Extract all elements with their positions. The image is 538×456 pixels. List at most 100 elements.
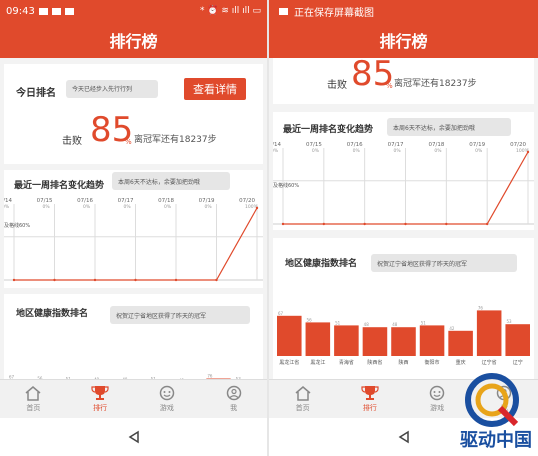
- trend-date-label: 07/20: [239, 198, 255, 204]
- tab-me[interactable]: 我: [200, 380, 267, 418]
- trend-date-label: 07/19: [469, 142, 485, 148]
- beat-prefix: 击败: [327, 80, 347, 91]
- home-icon: [295, 386, 311, 401]
- trend-chart: 07/140%07/150%07/160%07/170%07/180%07/19…: [273, 142, 534, 226]
- region-bar-value: 67: [278, 311, 284, 316]
- score-card: 击败 85 % 离冠军还有18237步: [273, 58, 534, 104]
- region-bar: [419, 325, 445, 356]
- trend-label: 最近一周排名变化趋势: [283, 125, 374, 135]
- region-bar-value: 48: [392, 322, 398, 327]
- trophy-icon: [361, 386, 379, 400]
- tab-ranking-label: 排行: [362, 404, 377, 412]
- trend-point: [281, 222, 285, 226]
- trend-note: 本周6天不达标，余要加把劲哦: [112, 172, 230, 190]
- today-rank-hint: 今天已经步入先行行列: [66, 80, 158, 98]
- trend-label: 最近一周排名变化趋势: [14, 181, 105, 191]
- trend-point: [363, 222, 366, 226]
- tab-ranking[interactable]: 排行: [67, 380, 134, 418]
- today-rank-label: 今日排名: [16, 88, 56, 99]
- right-screenshot: 正在保存屏幕截图 排行榜 击败 85 % 离冠军还有18237步 最近一周排名变…: [269, 0, 538, 456]
- image-icon: [279, 7, 288, 15]
- tab-home[interactable]: 首页: [269, 380, 336, 418]
- page-title: 排行榜: [269, 22, 538, 58]
- trend-point: [12, 278, 16, 282]
- view-details-button[interactable]: 查看详情: [184, 78, 246, 100]
- back-icon[interactable]: [127, 430, 141, 444]
- region-note: 祝贺辽宁省地区获得了昨天的冠军: [371, 254, 517, 272]
- trend-date-label: 07/14: [4, 198, 12, 204]
- trend-point-label: 0%: [4, 204, 10, 210]
- trend-note: 本周6天不达标，余要加把劲哦: [387, 118, 511, 136]
- trend-point-label: 0%: [83, 204, 91, 210]
- image-icon: [64, 7, 74, 15]
- trend-point-label: 0%: [205, 204, 213, 210]
- tab-games[interactable]: 游戏: [404, 380, 471, 418]
- status-bar: 正在保存屏幕截图: [269, 0, 538, 22]
- trend-date-label: 07/15: [306, 142, 322, 148]
- trend-point-label: 0%: [312, 148, 320, 154]
- beat-prefix: 击败: [62, 136, 82, 147]
- trend-date-label: 07/20: [510, 142, 526, 148]
- trend-point-label: 0%: [394, 148, 402, 154]
- trend-date-label: 07/16: [347, 142, 363, 148]
- user-icon: [226, 385, 241, 401]
- region-bar-value: 76: [478, 305, 484, 310]
- mail-icon: [51, 7, 61, 15]
- trend-point: [485, 222, 489, 226]
- region-category-label: 衡阳市: [425, 359, 440, 366]
- region-bar: [476, 310, 502, 356]
- region-bar-value: 42: [449, 326, 455, 331]
- notification-icon: [38, 7, 48, 15]
- region-category-label: 辽宁省: [482, 359, 497, 366]
- region-bar-chart: 67 黑龙江省 56 黑龙江 51 青海省 48 陕西省 48 陕西 51 衡阳市 42 重庆 76 辽宁省 5…: [277, 305, 530, 366]
- region-bar-value: 51: [421, 320, 427, 325]
- content-area[interactable]: 击败 85 % 离冠军还有18237步 最近一周排名变化趋势 本周6天不达标，余…: [269, 58, 538, 380]
- tab-ranking[interactable]: 排行: [336, 380, 403, 418]
- watermark-logo: [465, 373, 519, 427]
- region-category-label: 陕西省: [367, 359, 382, 366]
- trend-point: [93, 278, 97, 282]
- saving-screenshot-status: 正在保存屏幕截图: [294, 7, 374, 19]
- trend-date-label: 07/19: [199, 198, 215, 204]
- content-area[interactable]: 今日排名 今天已经步入先行行列 查看详情 击败 85 % 离冠军还有18237步…: [0, 58, 267, 380]
- region-label: 地区健康指数排名: [16, 309, 89, 319]
- system-nav-bar: [0, 418, 267, 456]
- trend-date-label: 07/14: [273, 142, 281, 148]
- region-bar-value: 76: [207, 374, 213, 379]
- tab-home[interactable]: 首页: [0, 380, 67, 418]
- trend-point: [526, 150, 530, 154]
- trend-date-label: 07/18: [428, 142, 444, 148]
- trend-card: 最近一周排名变化趋势 本周6天不达标，余要加把劲哦 07/140%07/150%…: [273, 112, 534, 230]
- trend-chart: 07/140%07/150%07/160%07/170%07/180%07/19…: [4, 198, 263, 282]
- tab-ranking-label: 排行: [93, 404, 108, 412]
- pass-line-label: 及格线60%: [4, 223, 31, 229]
- tab-games-label: 游戏: [159, 404, 174, 412]
- trend-point: [445, 222, 448, 226]
- trend-point-label: 0%: [434, 148, 442, 154]
- region-bar: [505, 324, 530, 356]
- trend-date-label: 07/16: [77, 198, 93, 204]
- back-icon[interactable]: [397, 430, 411, 444]
- region-bar: [334, 325, 359, 356]
- tab-games[interactable]: 游戏: [134, 380, 201, 418]
- tab-home-label: 首页: [295, 404, 310, 412]
- region-category-label: 青海省: [339, 359, 354, 366]
- status-icons: * ⏰ ≋ ıll ıll ▭: [199, 6, 261, 16]
- left-screenshot: 09:43 * ⏰ ≋ ıll ıll ▭ 排行榜 今日排名 今天已经步入先行行…: [0, 0, 267, 456]
- region-category-label: 黑龙江省: [279, 359, 299, 366]
- region-category-label: 黑龙江: [310, 359, 325, 366]
- percent-sign: %: [386, 82, 393, 90]
- region-bar: [391, 327, 416, 356]
- watermark-text: 驱动中国: [460, 430, 532, 451]
- tab-me-label: 我: [230, 404, 238, 412]
- region-card: 地区健康指数排名 祝贺辽宁省地区获得了昨天的冠军 675651484851427…: [4, 294, 263, 380]
- trend-card: 最近一周排名变化趋势 本周6天不达标，余要加把劲哦 07/140%07/150%…: [4, 170, 263, 288]
- trend-point-label: 0%: [353, 148, 361, 154]
- trophy-icon: [91, 386, 109, 400]
- game-icon: [159, 385, 175, 401]
- region-bar-value: 48: [364, 322, 370, 327]
- trend-date-label: 07/17: [388, 142, 404, 148]
- trend-date-label: 07/18: [158, 198, 174, 204]
- trend-date-label: 07/15: [37, 198, 53, 204]
- trend-point: [404, 222, 407, 226]
